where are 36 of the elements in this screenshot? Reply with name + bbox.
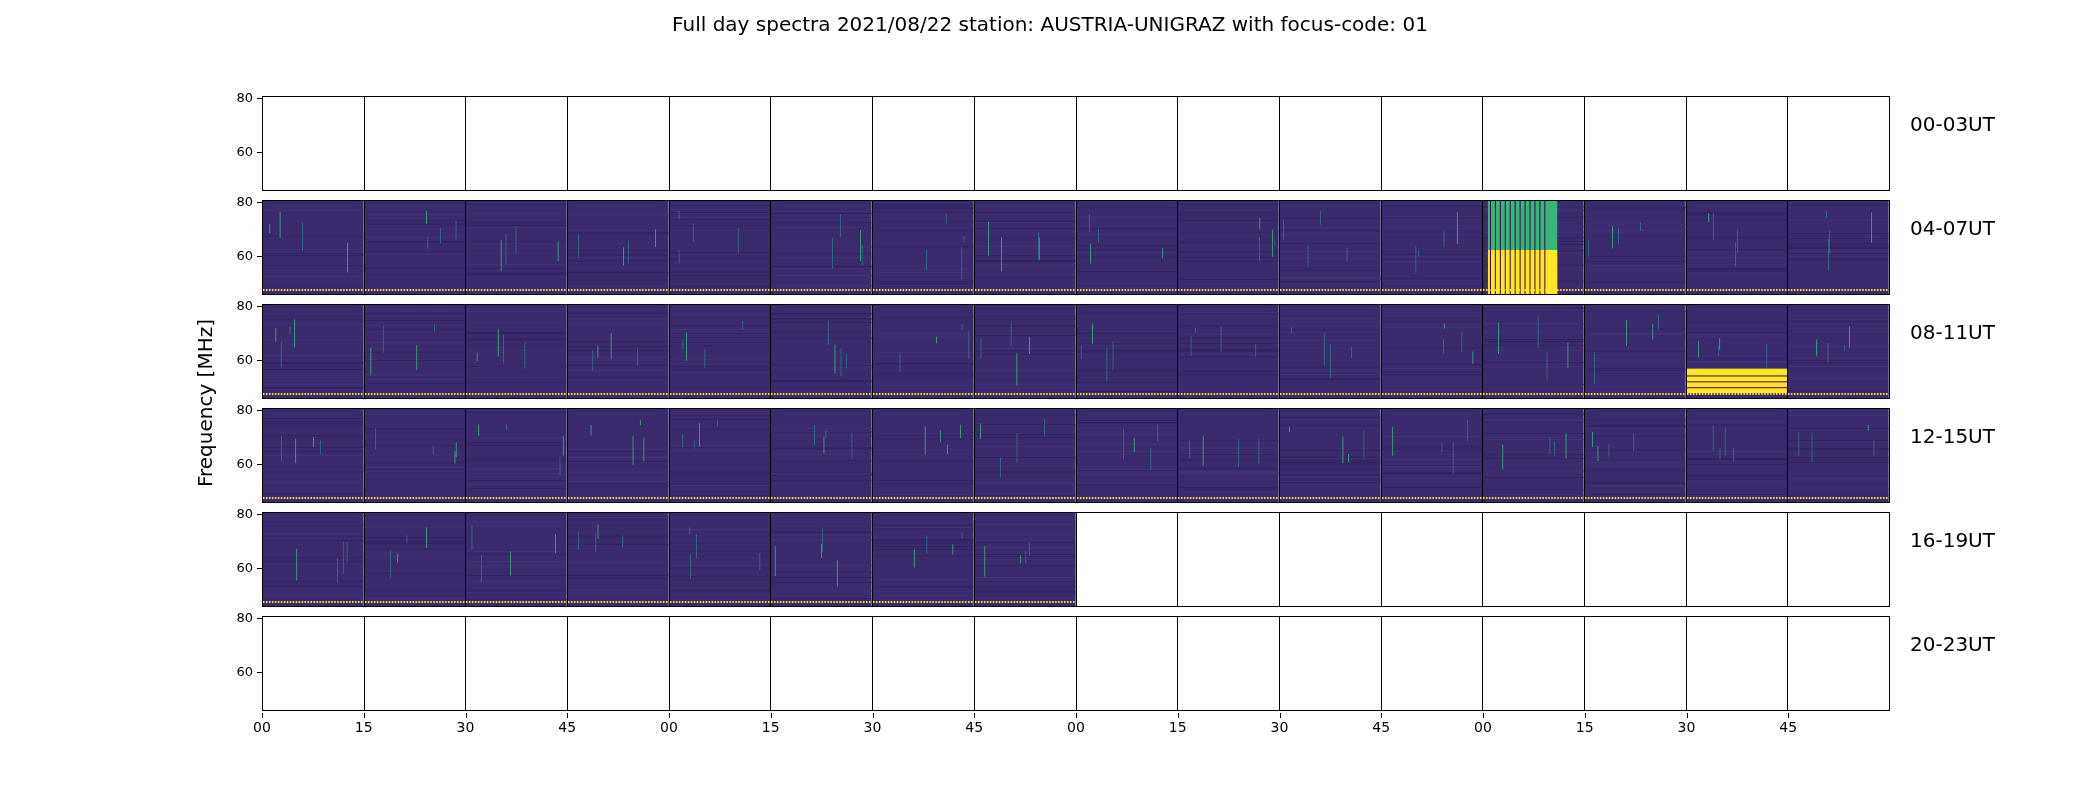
row-label: 20-23UT bbox=[1910, 632, 1995, 656]
tick-label: 30 bbox=[1677, 718, 1696, 736]
tick-label: 15 bbox=[761, 718, 780, 736]
tick-label: 00 bbox=[660, 718, 678, 736]
tick-label: 60 bbox=[236, 560, 253, 576]
tick-label: 15 bbox=[1168, 718, 1187, 736]
tick-label: 80 bbox=[236, 506, 253, 522]
row-label: 00-03UT bbox=[1910, 112, 1995, 136]
row-label: 12-15UT bbox=[1910, 424, 1995, 448]
tick-label: 15 bbox=[1575, 718, 1594, 736]
row-label: 16-19UT bbox=[1910, 528, 1995, 552]
figure-title: Full day spectra 2021/08/22 station: AUSTRIA-UNIGRAZ with focus-code: 01 bbox=[672, 12, 1428, 36]
axis-label: Frequency [MHz] bbox=[193, 319, 217, 488]
tick-label: 45 bbox=[1779, 718, 1798, 736]
tick-label: 80 bbox=[236, 298, 253, 314]
tick-label: 60 bbox=[236, 664, 253, 680]
tick-label: 45 bbox=[965, 718, 984, 736]
tick-label: 80 bbox=[236, 90, 253, 106]
tick-label: 00 bbox=[1067, 718, 1085, 736]
tick-label: 45 bbox=[558, 718, 577, 736]
tick-label: 30 bbox=[1270, 718, 1289, 736]
tick-label: 30 bbox=[456, 718, 475, 736]
tick-label: 60 bbox=[236, 456, 253, 472]
tick-label: 60 bbox=[236, 248, 253, 264]
tick-label: 15 bbox=[354, 718, 373, 736]
row-label: 08-11UT bbox=[1910, 320, 1995, 344]
tick-label: 80 bbox=[236, 194, 253, 210]
tick-label: 60 bbox=[236, 144, 253, 160]
tick-label: 00 bbox=[253, 718, 271, 736]
tick-label: 30 bbox=[863, 718, 882, 736]
tick-label: 80 bbox=[236, 610, 253, 626]
row-label: 04-07UT bbox=[1910, 216, 1995, 240]
tick-label: 80 bbox=[236, 402, 253, 418]
tick-label: 00 bbox=[1474, 718, 1492, 736]
tick-label: 60 bbox=[236, 352, 253, 368]
tick-label: 45 bbox=[1372, 718, 1391, 736]
